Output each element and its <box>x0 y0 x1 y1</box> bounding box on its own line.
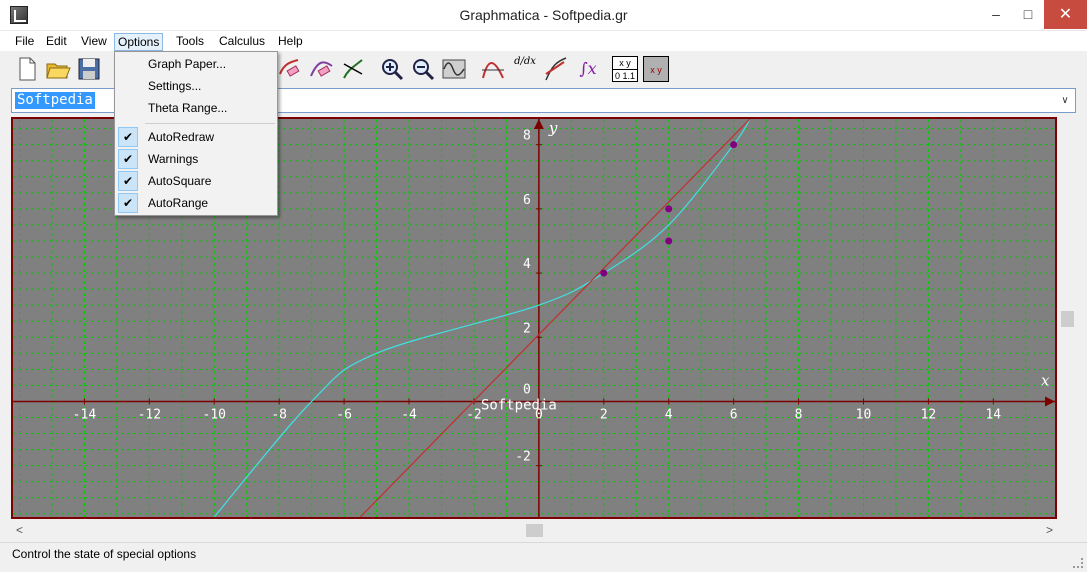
save-icon[interactable] <box>76 56 102 82</box>
y-tick-label: 0 <box>523 382 531 397</box>
resize-grip-icon[interactable] <box>1073 558 1083 568</box>
tangent-icon[interactable] <box>340 56 366 82</box>
y-tick-label: -2 <box>515 450 531 465</box>
x-tick-label: 2 <box>600 407 608 422</box>
new-file-icon[interactable] <box>14 56 40 82</box>
open-folder-icon[interactable] <box>45 56 71 82</box>
title-bar: Graphmatica - Softpedia.gr – □ ✕ <box>0 0 1087 31</box>
status-text: Control the state of special options <box>12 547 197 561</box>
menu-item-autorange[interactable]: AutoRange <box>148 193 208 213</box>
x-tick-label: 4 <box>665 407 673 422</box>
menu-separator <box>145 123 275 124</box>
vertical-scroll-thumb[interactable] <box>1061 311 1074 327</box>
window-title: Graphmatica - Softpedia.gr <box>459 7 628 23</box>
menu-edit[interactable]: Edit <box>43 33 70 51</box>
check-icon: ✔ <box>118 171 138 191</box>
eraser-icon[interactable] <box>276 56 302 82</box>
minimize-button[interactable]: – <box>980 0 1012 29</box>
x-axis-arrow-icon <box>1045 396 1055 407</box>
wave-icon[interactable] <box>441 56 467 82</box>
menu-item-theta-range[interactable]: Theta Range... <box>148 98 227 118</box>
menu-item-autosquare[interactable]: AutoSquare <box>148 171 211 191</box>
y-axis-arrow-icon <box>533 119 544 129</box>
cubic-curve-series <box>213 119 751 517</box>
x-tick-label: -2 <box>466 407 482 422</box>
x-tick-label: -8 <box>271 407 287 422</box>
menu-file[interactable]: File <box>12 33 37 51</box>
x-tick-label: 8 <box>795 407 803 422</box>
scroll-left-arrow[interactable]: < <box>16 523 23 537</box>
tangent-line-icon[interactable] <box>542 56 568 82</box>
menu-bar: File Edit View Options Tools Calculus He… <box>0 31 1087 51</box>
curve-fit-icon[interactable] <box>480 56 506 82</box>
close-button[interactable]: ✕ <box>1044 0 1087 29</box>
options-menu: Graph Paper... Settings... Theta Range..… <box>114 51 278 216</box>
y-axis-label: y <box>548 119 558 137</box>
data-point <box>600 269 608 277</box>
menu-item-autoredraw[interactable]: AutoRedraw <box>148 127 214 147</box>
data-point <box>665 205 673 213</box>
menu-help[interactable]: Help <box>275 33 306 51</box>
menu-calculus[interactable]: Calculus <box>216 33 268 51</box>
x-tick-label: -14 <box>73 407 97 422</box>
menu-view[interactable]: View <box>78 33 110 51</box>
status-bar: Control the state of special options <box>0 542 1087 572</box>
maximize-button[interactable]: □ <box>1012 0 1044 29</box>
horizontal-scroll-thumb[interactable] <box>526 524 543 537</box>
table-icon-values: 0 1.1 <box>614 71 636 81</box>
eraser-curve-icon[interactable] <box>308 56 334 82</box>
table-icon-header: x y <box>613 57 637 70</box>
chevron-down-icon[interactable]: ∨ <box>1057 92 1073 110</box>
menu-options[interactable]: Options <box>114 33 164 51</box>
y-tick-label: 8 <box>523 129 531 144</box>
scroll-right-arrow[interactable]: > <box>1046 523 1053 537</box>
x-tick-label: -6 <box>336 407 352 422</box>
data-point <box>665 237 673 245</box>
x-tick-label: 6 <box>730 407 738 422</box>
x-tick-label: -10 <box>203 407 226 422</box>
menu-tools[interactable]: Tools <box>173 33 207 51</box>
menu-item-warnings[interactable]: Warnings <box>148 149 198 169</box>
check-icon: ✔ <box>118 193 138 213</box>
y-tick-label: 2 <box>523 321 531 336</box>
line-series <box>359 119 751 517</box>
x-tick-label: -4 <box>401 407 417 422</box>
menu-item-settings[interactable]: Settings... <box>148 76 201 96</box>
menu-item-graph-paper[interactable]: Graph Paper... <box>148 54 226 74</box>
watermark-label: Softpedia <box>481 397 557 413</box>
x-axis-label: x <box>1041 371 1050 389</box>
derivative-icon[interactable]: d/dx <box>512 56 538 82</box>
y-tick-label: 4 <box>523 257 531 272</box>
x-tick-label: -12 <box>138 407 161 422</box>
x-tick-label: 14 <box>985 407 1001 422</box>
check-icon: ✔ <box>118 149 138 169</box>
integral-icon[interactable]: ∫x <box>575 56 601 82</box>
table-icon[interactable]: x y 0 1.1 <box>612 56 638 82</box>
x-tick-label: 12 <box>921 407 937 422</box>
x-tick-label: 10 <box>856 407 872 422</box>
y-tick-label: 6 <box>523 193 531 208</box>
table-edit-icon[interactable]: x y <box>643 56 669 82</box>
equation-input[interactable]: Softpedia <box>15 92 95 109</box>
data-point <box>730 141 738 149</box>
zoom-in-icon[interactable] <box>379 56 405 82</box>
zoom-out-icon[interactable] <box>410 56 436 82</box>
check-icon: ✔ <box>118 127 138 147</box>
